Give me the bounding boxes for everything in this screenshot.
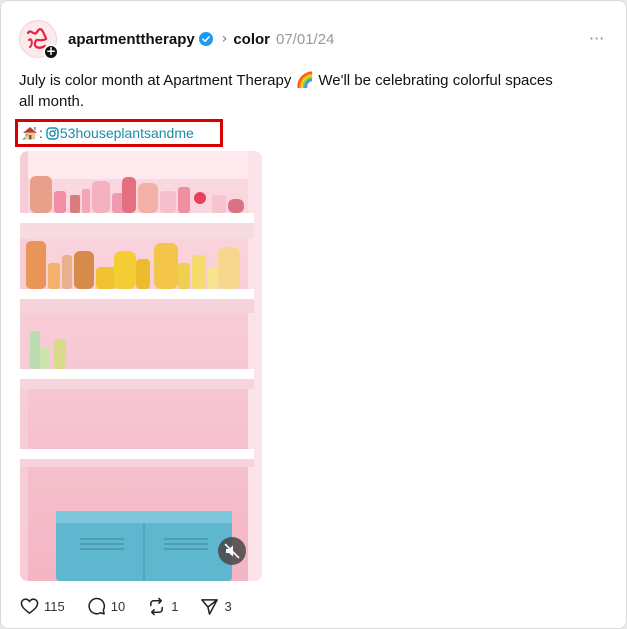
post-card: + apartmenttherapy › color 07/01/24 ··· … bbox=[0, 0, 627, 629]
post-header: + apartmenttherapy › color 07/01/24 bbox=[19, 19, 335, 60]
photo-credit: : 53houseplantsandme bbox=[15, 119, 223, 147]
like-count: 115 bbox=[44, 598, 65, 614]
share-button[interactable]: 3 bbox=[200, 597, 232, 616]
post-video[interactable] bbox=[20, 151, 262, 581]
share-count: 3 bbox=[224, 598, 232, 614]
credit-colon: : bbox=[39, 125, 43, 141]
topic-tag[interactable]: color bbox=[233, 31, 270, 48]
more-options-icon[interactable]: ··· bbox=[589, 31, 604, 47]
avatar[interactable]: + bbox=[19, 20, 59, 60]
credit-handle-link[interactable]: 53houseplantsandme bbox=[60, 125, 194, 141]
follow-plus-icon[interactable]: + bbox=[43, 44, 59, 60]
muted-speaker-icon bbox=[224, 543, 240, 559]
repost-button[interactable]: 1 bbox=[147, 597, 178, 616]
action-bar: 115 10 1 3 bbox=[20, 596, 254, 616]
verified-badge-icon bbox=[198, 32, 213, 46]
comment-button[interactable]: 10 bbox=[87, 597, 125, 616]
house-emoji-icon bbox=[22, 127, 37, 140]
post-date: 07/01/24 bbox=[276, 30, 335, 48]
username[interactable]: apartmenttherapy bbox=[68, 31, 195, 48]
share-icon bbox=[201, 598, 219, 615]
instagram-icon bbox=[46, 126, 59, 140]
mute-toggle-button[interactable] bbox=[218, 537, 246, 565]
repost-icon bbox=[150, 597, 164, 615]
repost-count: 1 bbox=[171, 598, 179, 614]
comment-count: 10 bbox=[110, 598, 126, 614]
post-text: July is color month at Apartment Therapy… bbox=[19, 72, 553, 110]
like-button[interactable]: 115 bbox=[20, 597, 65, 616]
comment-icon bbox=[88, 597, 105, 615]
heart-icon bbox=[20, 597, 39, 614]
shelf-photo bbox=[20, 151, 262, 581]
chevron-right-icon: › bbox=[221, 31, 228, 47]
